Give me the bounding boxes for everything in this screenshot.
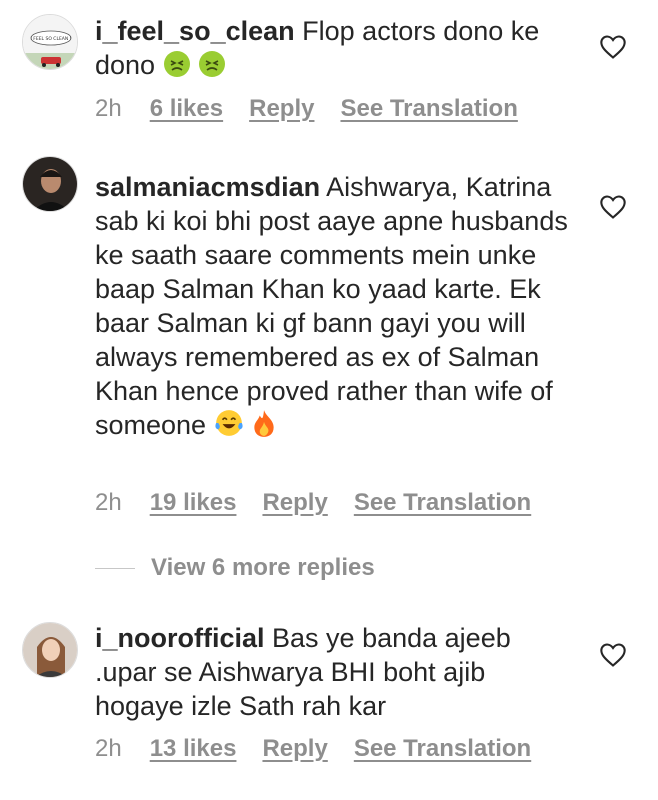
timestamp: 2h <box>95 735 122 762</box>
nauseated-face-emoji-icon <box>198 50 226 86</box>
avatar-image-icon: I FEEL SO CLEAN ! <box>23 15 77 69</box>
comment-text: salmaniacmsdian Aishwarya, Katrina sab k… <box>95 170 575 446</box>
avatar-image-icon <box>23 623 77 677</box>
comment-meta: 2h 6 likes Reply See Translation <box>95 95 518 123</box>
timestamp: 2h <box>95 489 122 516</box>
view-more-label: View 6 more replies <box>151 554 375 581</box>
likes-link[interactable]: 19 likes <box>150 489 237 517</box>
heart-outline-icon[interactable] <box>599 34 627 60</box>
username[interactable]: salmaniacmsdian <box>95 172 320 202</box>
comment-text: i_feel_so_clean Flop actors dono ke dono <box>95 14 575 86</box>
fire-emoji-icon <box>251 408 277 446</box>
reply-button[interactable]: Reply <box>262 735 327 763</box>
likes-link[interactable]: 13 likes <box>150 735 237 763</box>
timestamp: 2h <box>95 95 122 122</box>
tears-of-joy-emoji-icon <box>214 408 244 446</box>
username[interactable]: i_noorofficial <box>95 623 265 653</box>
see-translation-link[interactable]: See Translation <box>340 95 517 123</box>
comment-meta: 2h 13 likes Reply See Translation <box>95 735 531 763</box>
reply-button[interactable]: Reply <box>249 95 314 123</box>
avatar-image-icon <box>23 157 77 211</box>
comment-meta: 2h 19 likes Reply See Translation <box>95 489 531 517</box>
nauseated-face-emoji-icon <box>163 50 191 86</box>
comment-text: i_noorofficial Bas ye banda ajeeb .upar … <box>95 621 575 723</box>
avatar-caption: I FEEL SO CLEAN ! <box>31 36 72 42</box>
view-more-replies-button[interactable]: View 6 more replies <box>95 554 375 582</box>
see-translation-link[interactable]: See Translation <box>354 489 531 517</box>
comment-body: Aishwarya, Katrina sab ki koi bhi post a… <box>95 172 568 440</box>
username[interactable]: i_feel_so_clean <box>95 16 295 46</box>
heart-outline-icon[interactable] <box>599 642 627 668</box>
see-translation-link[interactable]: See Translation <box>354 735 531 763</box>
avatar[interactable]: I FEEL SO CLEAN ! <box>22 14 78 70</box>
likes-link[interactable]: 6 likes <box>150 95 223 123</box>
reply-button[interactable]: Reply <box>262 489 327 517</box>
avatar[interactable] <box>22 622 78 678</box>
avatar[interactable] <box>22 156 78 212</box>
divider-line <box>95 567 135 569</box>
heart-outline-icon[interactable] <box>599 194 627 220</box>
